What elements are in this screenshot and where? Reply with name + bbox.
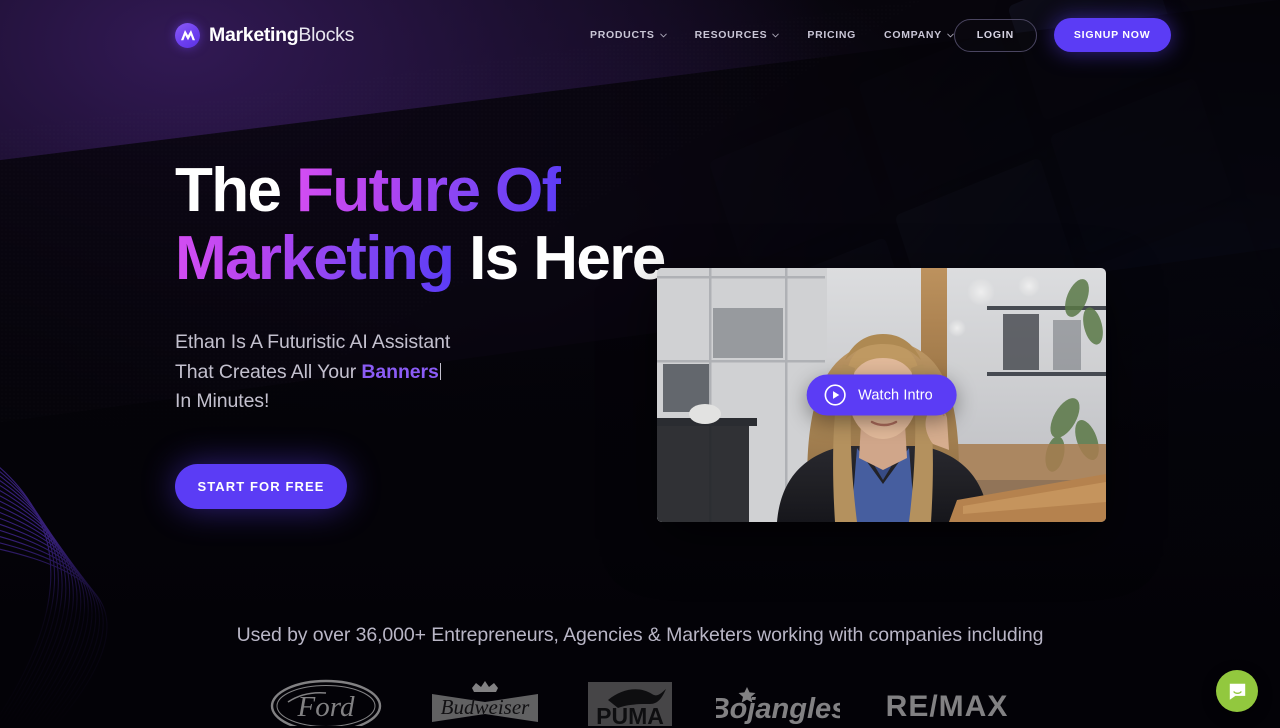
ford-logo: Ford: [270, 678, 382, 728]
headline-plain-the: The: [175, 156, 297, 225]
headline-gradient-future-of: Future Of: [296, 156, 562, 225]
nav-item-company[interactable]: COMPANY: [884, 29, 954, 41]
headline-gradient-marketing: Marketing: [175, 224, 455, 293]
hero-section: The Future Of Marketing Is Here Ethan Is…: [175, 160, 695, 509]
budweiser-logo: Budweiser: [426, 678, 544, 728]
chevron-down-icon: [947, 33, 954, 38]
play-circle-icon: [824, 384, 846, 406]
puma-logo: PUMA: [588, 678, 672, 728]
chat-widget-button[interactable]: [1216, 670, 1258, 712]
brand-name: MarketingBlocks: [209, 24, 354, 47]
brand-logo[interactable]: MarketingBlocks: [175, 22, 354, 48]
nav-label: PRODUCTS: [590, 29, 655, 41]
nav-item-pricing[interactable]: PRICING: [807, 29, 856, 41]
login-button[interactable]: LOGIN: [953, 18, 1037, 52]
nav-item-products[interactable]: PRODUCTS: [590, 29, 667, 41]
nav-item-resources[interactable]: RESOURCES: [695, 29, 780, 41]
nav-label: RESOURCES: [694, 29, 768, 41]
marketingblocks-logo-icon: [175, 22, 200, 48]
brand-name-light: Blocks: [298, 23, 355, 46]
remax-logo: RE/MAX: [884, 678, 1010, 728]
main-navigation: PRODUCTS RESOURCES PRICING COMPANY: [590, 29, 954, 41]
chat-bubble-icon: [1229, 683, 1245, 700]
watch-intro-button[interactable]: Watch Intro: [806, 374, 957, 416]
subheading-line-1: Ethan Is A Futuristic AI Assistant: [175, 331, 451, 353]
headline-line-1: The Future Of: [175, 156, 562, 225]
intro-video-card[interactable]: Watch Intro: [657, 268, 1106, 522]
svg-text:PUMA: PUMA: [596, 703, 664, 726]
nav-label: COMPANY: [884, 29, 942, 41]
nav-label: PRICING: [807, 29, 857, 41]
social-proof-text: Used by over 36,000+ Entrepreneurs, Agen…: [236, 624, 1044, 646]
subheading-line-3: In Minutes!: [175, 390, 270, 413]
watch-intro-label: Watch Intro: [858, 387, 933, 403]
site-header: MarketingBlocks PRODUCTS RESOURCES PRICI…: [0, 0, 1280, 70]
svg-text:Budweiser: Budweiser: [441, 695, 530, 719]
subheading-line-2-pre: That Creates All Your: [175, 360, 362, 383]
headline-line-2: Marketing Is Here: [175, 228, 695, 290]
client-logo-row: Ford Budweiser PUMA Bojangles: [0, 678, 1280, 728]
subheading-rotating-word: Banners: [361, 360, 439, 383]
hero-subheading: Ethan Is A Futuristic AI Assistant That …: [175, 328, 695, 417]
page-title: The Future Of Marketing Is Here: [175, 160, 695, 290]
start-for-free-button[interactable]: START FOR FREE: [175, 463, 347, 509]
typing-cursor: [439, 362, 442, 380]
svg-text:RE/MAX: RE/MAX: [886, 690, 1009, 723]
landing-page: MarketingBlocks PRODUCTS RESOURCES PRICI…: [0, 0, 1280, 728]
social-proof-section: Used by over 36,000+ Entrepreneurs, Agen…: [0, 624, 1280, 647]
header-actions: LOGIN SIGNUP NOW: [953, 18, 1171, 52]
headline-plain-is-here: Is Here: [453, 224, 666, 293]
chevron-down-icon: [772, 33, 780, 38]
svg-text:Bojangles: Bojangles: [716, 693, 840, 725]
bojangles-logo: Bojangles: [709, 678, 847, 728]
signup-button[interactable]: SIGNUP NOW: [1053, 18, 1171, 52]
brand-name-bold: Marketing: [209, 23, 299, 46]
svg-text:Ford: Ford: [297, 691, 355, 723]
chevron-down-icon: [659, 33, 667, 38]
